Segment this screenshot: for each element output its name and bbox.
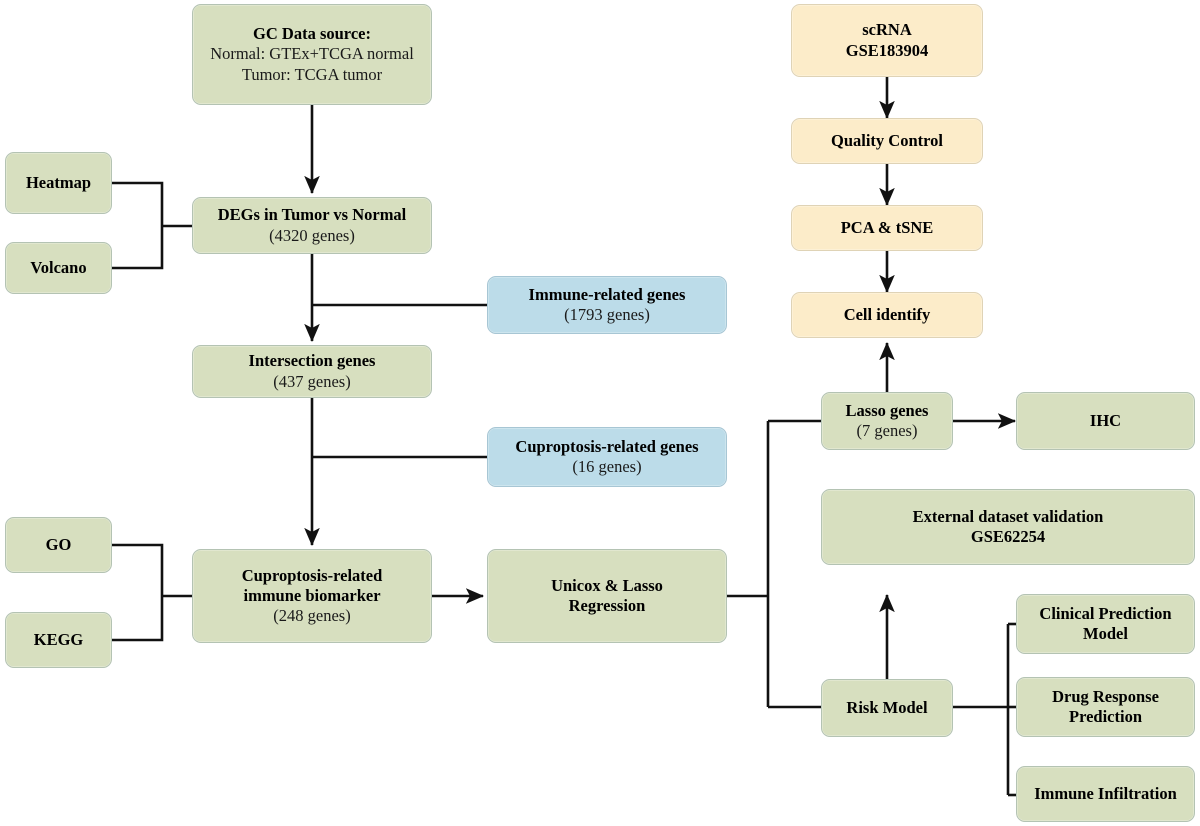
edge-heatmap-bracket (112, 181, 164, 270)
node-cell-identify[interactable]: Cell identify (791, 292, 983, 338)
clinical-prediction-line1: Clinical Prediction (1039, 603, 1172, 623)
cuproptosis-immune-biomarker-line2: immune biomarker (243, 585, 381, 605)
volcano-label: Volcano (30, 257, 87, 277)
cell-identify-label: Cell identify (843, 304, 931, 324)
node-degs[interactable]: DEGs in Tumor vs Normal (4320 genes) (192, 197, 432, 254)
heatmap-label: Heatmap (25, 172, 92, 192)
node-heatmap[interactable]: Heatmap (5, 152, 112, 214)
node-cuproptosis-immune-biomarker[interactable]: Cuproptosis-related immune biomarker (24… (192, 549, 432, 643)
go-label: GO (45, 534, 72, 554)
scrna-line1: scRNA (862, 20, 912, 40)
gc-data-source-normal: Normal: GTEx+TCGA normal (210, 44, 414, 64)
kegg-label: KEGG (33, 629, 84, 649)
node-immune-related-genes[interactable]: Immune-related genes (1793 genes) (487, 276, 727, 334)
node-immune-infiltration[interactable]: Immune Infiltration (1016, 766, 1195, 822)
lasso-genes-count: (7 genes) (856, 421, 918, 440)
node-unicox-lasso-regression[interactable]: Unicox & Lasso Regression (487, 549, 727, 643)
degs-title: DEGs in Tumor vs Normal (217, 205, 407, 225)
unicox-lasso-line2: Regression (568, 596, 646, 615)
node-risk-model[interactable]: Risk Model (821, 679, 953, 737)
node-scrna[interactable]: scRNA GSE183904 (791, 4, 983, 77)
node-gc-data-source[interactable]: GC Data source: Normal: GTEx+TCGA normal… (192, 4, 432, 105)
lasso-genes-title: Lasso genes (845, 400, 929, 420)
flowchart-canvas: GC Data source: Normal: GTEx+TCGA normal… (0, 0, 1200, 826)
node-ihc[interactable]: IHC (1016, 392, 1195, 450)
node-external-validation[interactable]: External dataset validation GSE62254 (821, 489, 1195, 565)
node-volcano[interactable]: Volcano (5, 242, 112, 294)
external-validation-accession: GSE62254 (970, 527, 1046, 546)
risk-model-label: Risk Model (846, 697, 928, 717)
gc-data-source-tumor: Tumor: TCGA tumor (241, 64, 383, 84)
clinical-prediction-line2: Model (1083, 624, 1128, 643)
cuproptosis-immune-biomarker-line1: Cuproptosis-related (241, 565, 383, 585)
unicox-lasso-line1: Unicox & Lasso (551, 575, 663, 595)
node-quality-control[interactable]: Quality Control (791, 118, 983, 164)
edge-go-bracket (112, 543, 164, 642)
node-intersection-genes[interactable]: Intersection genes (437 genes) (192, 345, 432, 398)
immune-related-genes-count: (1793 genes) (564, 305, 650, 324)
node-clinical-prediction-model[interactable]: Clinical Prediction Model (1016, 594, 1195, 654)
pca-tsne-label: PCA & tSNE (840, 217, 934, 237)
drug-response-line2: Prediction (1068, 707, 1143, 726)
ihc-label: IHC (1089, 410, 1122, 430)
node-drug-response-prediction[interactable]: Drug Response Prediction (1016, 677, 1195, 737)
node-cuproptosis-related-genes[interactable]: Cuproptosis-related genes (16 genes) (487, 427, 727, 487)
drug-response-line1: Drug Response (1052, 686, 1159, 706)
cuproptosis-related-genes-title: Cuproptosis-related genes (515, 436, 699, 456)
cuproptosis-immune-biomarker-count: (248 genes) (273, 606, 351, 626)
node-lasso-genes[interactable]: Lasso genes (7 genes) (821, 392, 953, 450)
intersection-genes-title: Intersection genes (248, 351, 376, 371)
immune-infiltration-label: Immune Infiltration (1034, 783, 1177, 803)
quality-control-label: Quality Control (831, 130, 943, 150)
scrna-accession: GSE183904 (845, 40, 929, 60)
intersection-genes-count: (437 genes) (273, 371, 351, 391)
node-go[interactable]: GO (5, 517, 112, 573)
gc-data-source-title: GC Data source: (253, 24, 371, 44)
cuproptosis-related-genes-count: (16 genes) (572, 457, 642, 476)
immune-related-genes-title: Immune-related genes (528, 284, 686, 304)
node-kegg[interactable]: KEGG (5, 612, 112, 668)
node-pca-tsne[interactable]: PCA & tSNE (791, 205, 983, 251)
degs-count: (4320 genes) (269, 225, 355, 245)
external-validation-title: External dataset validation (912, 506, 1104, 526)
